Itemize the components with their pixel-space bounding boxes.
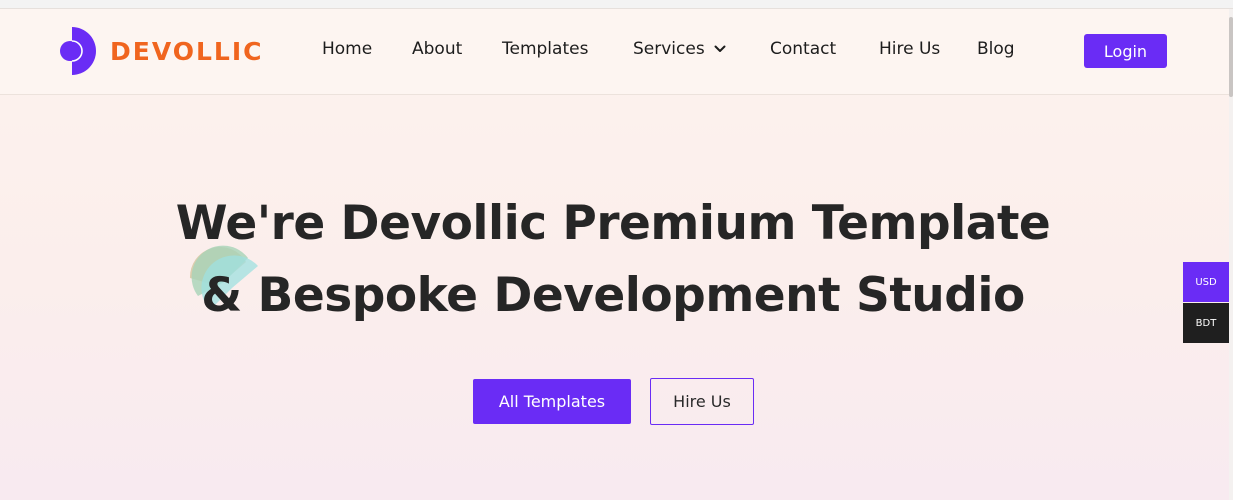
hero-title-line-2: & Bespoke Development Studio (201, 268, 1025, 323)
hire-us-button[interactable]: Hire Us (650, 378, 754, 425)
nav-contact[interactable]: Contact (770, 38, 836, 60)
all-templates-button[interactable]: All Templates (473, 379, 631, 424)
nav-hire-us[interactable]: Hire Us (879, 38, 940, 60)
nav-blog[interactable]: Blog (977, 38, 1015, 60)
nav-services[interactable]: Services (633, 38, 726, 60)
site-logo[interactable]: DEVOLLIC (60, 26, 264, 76)
nav-services-label: Services (633, 39, 705, 59)
chevron-down-icon (714, 45, 726, 52)
currency-usd-button[interactable]: USD (1183, 262, 1229, 302)
scrollbar-thumb[interactable] (1229, 17, 1233, 97)
hero-title-line-1: We're Devollic Premium Template (175, 196, 1051, 251)
logo-text: DEVOLLIC (110, 36, 264, 66)
site-header: DEVOLLIC Home About Templates Services C… (0, 9, 1229, 95)
nav-about[interactable]: About (412, 38, 462, 60)
half-circle-logo-icon (60, 27, 96, 75)
browser-top-edge (0, 0, 1233, 9)
currency-bdt-button[interactable]: BDT (1183, 303, 1229, 343)
page-scrollbar[interactable] (1229, 9, 1233, 500)
login-button[interactable]: Login (1084, 34, 1167, 68)
nav-templates[interactable]: Templates (502, 38, 588, 60)
nav-home[interactable]: Home (322, 38, 372, 60)
hero-title: We're Devollic Premium Template & Bespok… (160, 188, 1066, 332)
